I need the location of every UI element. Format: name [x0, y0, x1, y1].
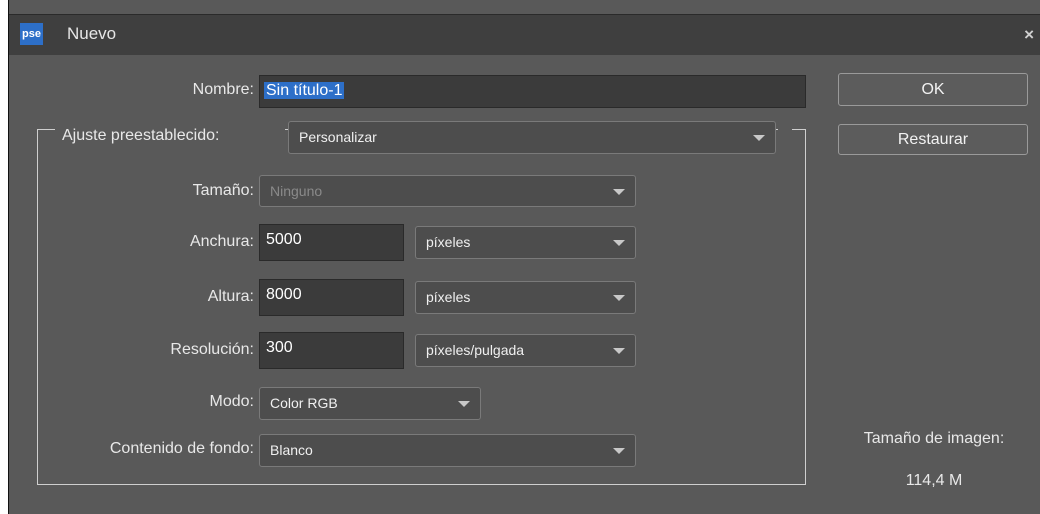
nombre-label: Nombre: — [192, 81, 254, 98]
preset-select[interactable]: Personalizar — [288, 121, 776, 154]
modo-value: Color RGB — [270, 395, 338, 411]
nombre-value: Sin título-1 — [264, 82, 345, 99]
chevron-down-icon — [613, 240, 625, 246]
close-icon[interactable]: × — [1024, 25, 1034, 45]
preset-value: Personalizar — [299, 129, 377, 145]
anchura-unit-value: píxeles — [426, 234, 471, 250]
anchura-label: Anchura: — [189, 233, 254, 250]
tamano-value: Ninguno — [270, 183, 323, 199]
image-size-label: Tamaño de imagen: — [863, 430, 1005, 447]
altura-input[interactable]: 8000 — [259, 279, 404, 316]
altura-unit-select[interactable]: píxeles — [415, 281, 636, 314]
fondo-label: Contenido de fondo: — [109, 440, 254, 457]
image-size-value: 114,4 M — [905, 472, 963, 489]
chevron-down-icon — [613, 448, 625, 454]
resolucion-label: Resolución: — [170, 341, 254, 358]
pse-logo-icon: pse — [20, 23, 43, 45]
fondo-value: Blanco — [270, 442, 313, 458]
altura-label: Altura: — [207, 288, 254, 305]
new-document-dialog: pse Nuevo × Nombre: Sin título-1 Ajuste … — [0, 0, 1040, 514]
anchura-unit-select[interactable]: píxeles — [415, 226, 636, 259]
title-bar: pse Nuevo × — [9, 14, 1040, 55]
dialog-title: Nuevo — [67, 24, 117, 43]
anchura-input[interactable]: 5000 — [259, 224, 404, 261]
restaurar-button[interactable]: Restaurar — [838, 124, 1028, 155]
ok-button[interactable]: OK — [838, 73, 1028, 106]
preset-label: Ajuste preestablecido: — [62, 127, 220, 144]
nombre-input[interactable]: Sin título-1 — [259, 75, 806, 108]
altura-unit-value: píxeles — [426, 289, 471, 305]
chevron-down-icon — [613, 189, 625, 195]
resolucion-unit-value: píxeles/pulgada — [426, 342, 525, 358]
fondo-select[interactable]: Blanco — [259, 434, 636, 467]
chevron-down-icon — [613, 295, 625, 301]
modo-label: Modo: — [209, 393, 254, 410]
resolucion-input[interactable]: 300 — [259, 332, 404, 369]
chevron-down-icon — [458, 401, 470, 407]
chevron-down-icon — [753, 135, 765, 141]
window-edge — [0, 0, 9, 514]
tamano-label: Tamaño: — [192, 182, 254, 199]
tamano-select[interactable]: Ninguno — [259, 175, 636, 207]
chevron-down-icon — [613, 348, 625, 354]
modo-select[interactable]: Color RGB — [259, 387, 481, 420]
resolucion-unit-select[interactable]: píxeles/pulgada — [415, 334, 636, 367]
